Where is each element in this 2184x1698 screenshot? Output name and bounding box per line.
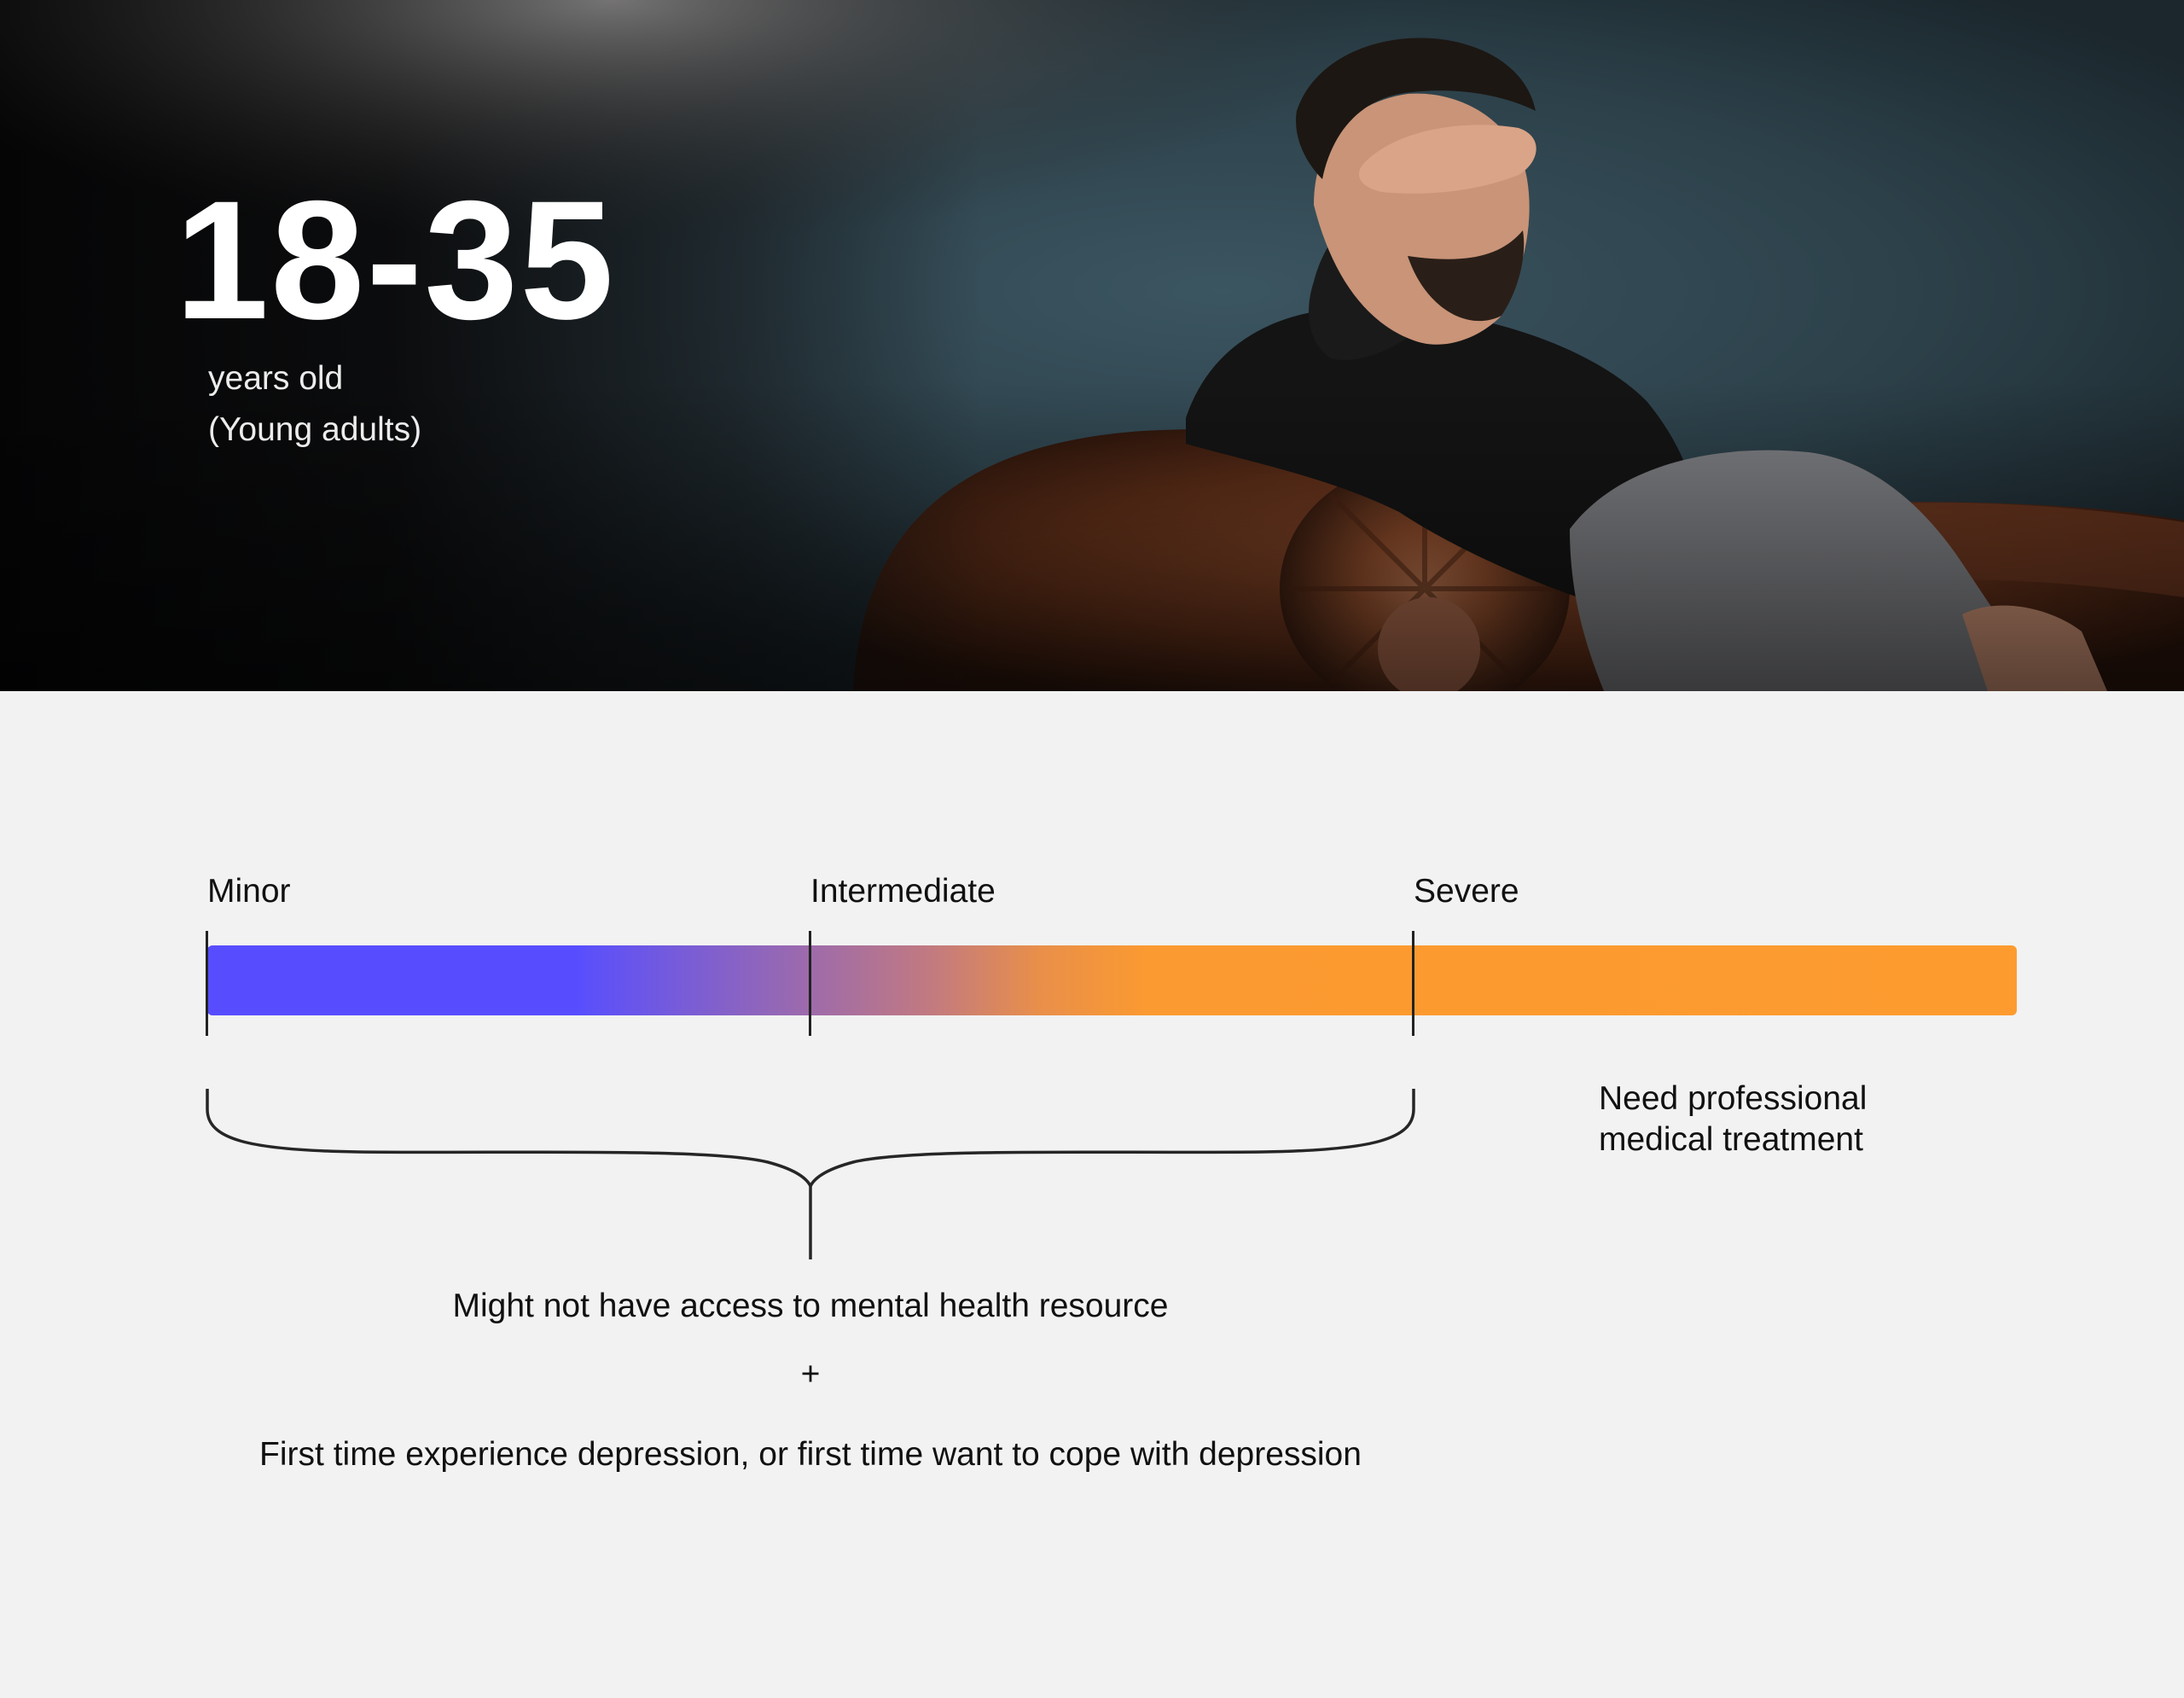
severe-note: Need professional medical treatment [1599, 1079, 1867, 1160]
age-range-heading: 18-35 [175, 166, 616, 354]
severity-gradient-bar [207, 945, 2017, 1015]
caption-line-years-old: years old [208, 360, 344, 397]
tick-intermediate [809, 931, 811, 1036]
note-access-resource: Might not have access to mental health r… [452, 1288, 1169, 1324]
tick-minor [206, 931, 208, 1036]
hero-banner: 18-35 years old (Young adults) [0, 0, 2184, 691]
severe-note-line1: Need professional [1599, 1080, 1867, 1117]
caption-line-young-adults: (Young adults) [208, 411, 422, 448]
tick-severe [1412, 931, 1414, 1036]
level-label-severe: Severe [1414, 873, 1519, 910]
page: 18-35 years old (Young adults) Minor Int… [0, 0, 2184, 1698]
note-plus-sign: + [800, 1356, 821, 1393]
severe-note-line2: medical treatment [1599, 1121, 1863, 1158]
level-label-minor: Minor [207, 873, 291, 910]
level-label-intermediate: Intermediate [810, 873, 996, 910]
note-first-time: First time experience depression, or fir… [259, 1436, 1362, 1473]
age-range-caption: years old (Young adults) [208, 353, 421, 456]
